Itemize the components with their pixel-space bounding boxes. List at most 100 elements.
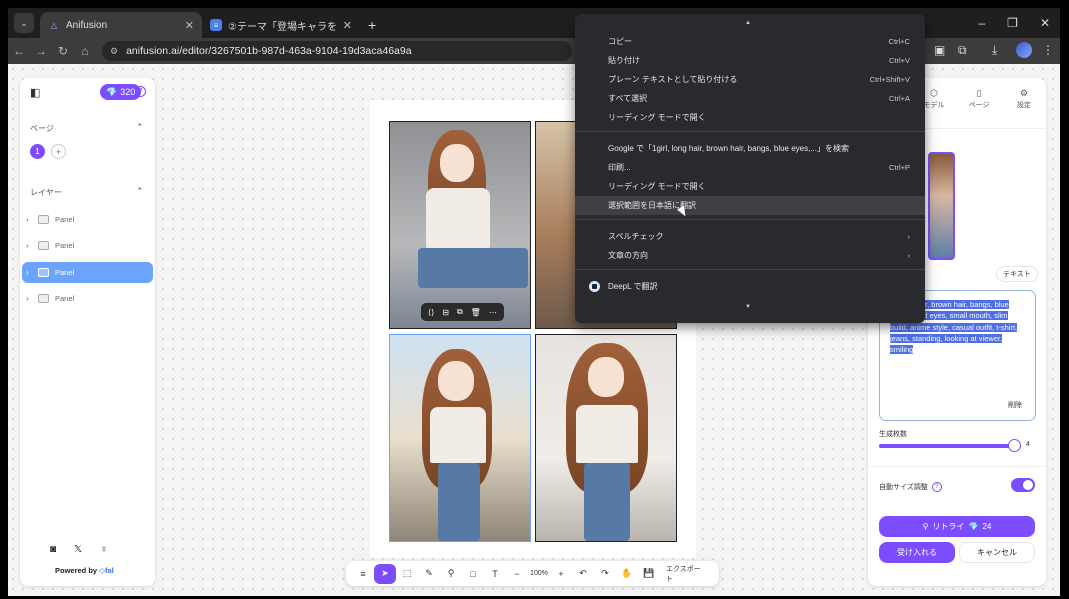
generation-preview[interactable] — [928, 152, 955, 260]
layer-item[interactable]: › Panel — [22, 235, 153, 256]
layer-label: Panel — [55, 215, 75, 224]
menu-label: 選択範囲を日本語に翻訳 — [608, 201, 696, 210]
undo-icon[interactable]: ↶ — [572, 564, 594, 584]
menu-separator — [575, 269, 925, 270]
trash-icon[interactable]: 🗑 — [471, 308, 481, 317]
select-tool-icon[interactable]: ➤ — [374, 563, 396, 584]
zoom-in-icon[interactable]: + — [550, 564, 572, 584]
discord-icon[interactable]: ◙ — [50, 544, 56, 555]
chevron-right-icon[interactable]: › — [26, 268, 32, 277]
gen-count-value: 4 — [1026, 441, 1030, 448]
zoom-level[interactable]: 100% — [528, 564, 550, 584]
menu-item-select-all[interactable]: すべて選択 Ctrl+A — [575, 89, 925, 108]
minimize-icon[interactable]: – — [978, 16, 985, 30]
rectangle-tool-icon[interactable]: □ — [462, 564, 484, 584]
help-icon[interactable]: ? — [135, 86, 146, 97]
extension-icon[interactable]: ▣ — [934, 43, 945, 57]
url-field[interactable]: ⚙ anifusion.ai/editor/3267501b-987d-463a… — [102, 41, 572, 61]
hand-tool-icon[interactable]: ✋ — [616, 564, 638, 584]
manga-panel[interactable] — [389, 121, 531, 329]
retry-cost: 24 — [982, 522, 992, 531]
menu-item-paste-plain[interactable]: プレーン テキストとして貼り付ける Ctrl+Shift+V — [575, 70, 925, 89]
menu-item-writing-direction[interactable]: 文章の方向 › — [575, 246, 925, 265]
chevron-right-icon[interactable]: › — [26, 241, 32, 250]
manga-panel[interactable] — [535, 334, 677, 542]
context-menu: ▲ コピー Ctrl+C 貼り付け Ctrl+V プレーン テキストとして貼り付ける… — [575, 14, 925, 323]
menu-item-spellcheck[interactable]: スペルチェック › — [575, 227, 925, 246]
tab-page[interactable]: ▯ ページ — [959, 88, 999, 110]
cancel-button[interactable]: キャンセル — [959, 542, 1035, 563]
site-info-icon[interactable]: ⚙ — [110, 46, 118, 57]
text-chip[interactable]: テキスト — [996, 266, 1038, 282]
home-icon[interactable]: ⌂ — [74, 44, 96, 58]
selected-text: ond eyes, small mouth, slim — [915, 311, 1008, 321]
tab-title: ②テーマ「登場キャラを作る」- Goog — [228, 21, 337, 33]
menu-item-paste[interactable]: 貼り付け Ctrl+V — [575, 51, 925, 70]
menu-item-deepl[interactable]: DeepL で翻訳 — [575, 277, 925, 296]
gem-icon: 💎 — [968, 522, 979, 531]
text-tool-icon[interactable]: T — [484, 564, 506, 584]
menu-item-copy[interactable]: コピー Ctrl+C — [575, 32, 925, 51]
menu-item-reading-mode-2[interactable]: リーディング モードで開く — [575, 177, 925, 196]
gen-count-slider[interactable] — [879, 444, 1015, 448]
redo-icon[interactable]: ↷ — [594, 564, 616, 584]
reload-icon[interactable]: ↻ — [52, 44, 74, 58]
export-button[interactable]: エクスポート — [660, 564, 713, 584]
zoom-out-icon[interactable]: − — [506, 564, 528, 584]
tab-search-chevron-icon[interactable]: ⌄ — [14, 13, 34, 33]
browser-tab-docs[interactable]: ≡ ②テーマ「登場キャラを作る」- Goog ✕ — [202, 12, 360, 38]
sidebar-toggle-icon[interactable]: ◧ — [30, 86, 40, 99]
menu-icon[interactable]: ≡ — [352, 564, 374, 584]
new-tab-icon[interactable]: + — [368, 17, 376, 33]
slider-handle[interactable] — [1008, 439, 1021, 452]
chevron-right-icon[interactable]: › — [26, 215, 32, 224]
flip-icon[interactable]: ⟨⟩ — [428, 308, 434, 317]
fal-logo[interactable]: ◇fal — [99, 566, 114, 575]
marquee-tool-icon[interactable]: ⬚ — [396, 564, 418, 584]
close-window-icon[interactable]: ✕ — [1040, 16, 1050, 30]
download-icon[interactable]: ⤓ — [992, 43, 997, 58]
retry-button[interactable]: ⚲ リトライ 💎 24 — [879, 516, 1035, 537]
collapse-chevron-icon[interactable]: ⌃ — [136, 122, 144, 133]
accept-button[interactable]: 受け入れる — [879, 542, 955, 563]
more-icon[interactable]: ⋯ — [489, 308, 497, 317]
restore-icon[interactable]: ❐ — [1007, 16, 1018, 30]
layer-item-selected[interactable]: › Panel — [22, 262, 153, 283]
docs-icon: ≡ — [210, 19, 222, 31]
scroll-up-icon[interactable]: ▲ — [745, 20, 751, 26]
lightbulb-icon[interactable]: ♀ — [100, 544, 108, 555]
manga-panel-selected[interactable] — [389, 334, 531, 542]
chevron-right-icon[interactable]: › — [26, 294, 32, 303]
copy-icon[interactable]: ⧉ — [457, 307, 463, 317]
scroll-down-icon[interactable]: ▼ — [745, 304, 751, 310]
character-face — [438, 361, 474, 401]
menu-item-reading-mode[interactable]: リーディング モードで開く — [575, 108, 925, 127]
character-shirt — [576, 405, 638, 463]
close-tab-icon[interactable]: ✕ — [343, 19, 352, 32]
menu-item-google-search[interactable]: Google で「1girl, long hair, brown hair, b… — [575, 139, 925, 158]
collapse-chevron-icon[interactable]: ⌃ — [136, 186, 144, 197]
close-tab-icon[interactable]: ✕ — [185, 19, 194, 32]
browser-tab-anifusion[interactable]: △ Anifusion ✕ — [40, 12, 202, 38]
split-icon[interactable]: ⊟ — [442, 308, 449, 317]
puzzle-icon[interactable]: ⧉ — [958, 43, 967, 58]
profile-avatar[interactable] — [1016, 42, 1032, 58]
help-icon[interactable]: ? — [931, 482, 942, 492]
delete-prompt-button[interactable]: 削除 — [1008, 400, 1022, 410]
pin-tool-icon[interactable]: ⚲ — [440, 564, 462, 584]
back-icon[interactable]: ← — [8, 44, 30, 58]
tab-settings[interactable]: ⚙ 設定 — [1004, 88, 1044, 110]
forward-icon[interactable]: → — [30, 44, 52, 58]
menu-item-print[interactable]: 印刷... Ctrl+P — [575, 158, 925, 177]
x-icon[interactable]: 𝕏 — [74, 544, 82, 555]
menu-item-translate[interactable]: 選択範囲を日本語に翻訳 — [575, 196, 925, 215]
panel-illustration — [536, 335, 676, 541]
layer-item[interactable]: › Panel — [22, 288, 153, 309]
save-icon[interactable]: 💾 — [638, 564, 660, 584]
layer-item[interactable]: › Panel — [22, 209, 153, 230]
more-menu-icon[interactable]: ⋮ — [1042, 43, 1054, 57]
pen-tool-icon[interactable]: ✎ — [418, 564, 440, 584]
auto-size-toggle[interactable] — [1011, 478, 1035, 492]
add-page-button[interactable]: + — [51, 144, 66, 159]
page-1-button[interactable]: 1 — [30, 144, 45, 159]
